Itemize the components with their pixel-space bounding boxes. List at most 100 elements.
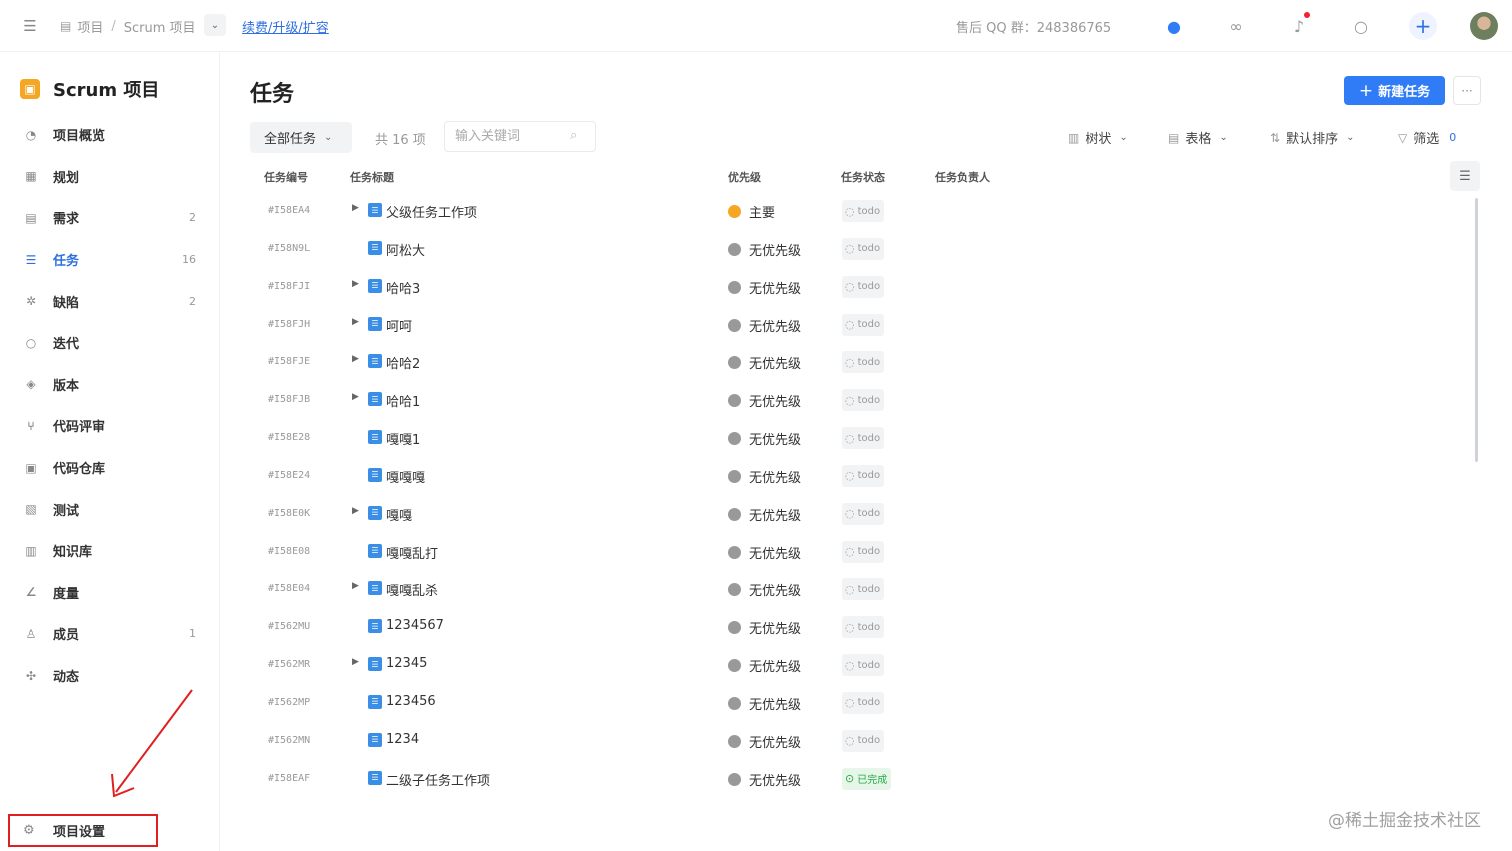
task-title[interactable]: 123456 xyxy=(386,694,436,709)
task-id[interactable]: #I58E08 xyxy=(268,546,310,557)
lightbulb-icon[interactable]: ○ xyxy=(1347,12,1375,40)
task-priority[interactable]: 无优先级 xyxy=(749,694,801,713)
column-header-title[interactable]: 任务标题 xyxy=(350,169,394,185)
sidebar-item-4[interactable]: ✲ 缺陷 2 xyxy=(8,280,212,322)
task-priority[interactable]: 无优先级 xyxy=(749,353,801,372)
sidebar-item-10[interactable]: ▥ 知识库 xyxy=(8,530,212,572)
task-id[interactable]: #I58E24 xyxy=(268,470,310,481)
table-row[interactable]: #I58FJI ▶ ☰ 哈哈3 无优先级 ◌ todo xyxy=(250,269,1450,307)
expand-caret-icon[interactable]: ▶ xyxy=(352,392,359,402)
sidebar-item-1[interactable]: ▦ 规划 xyxy=(8,156,212,198)
task-title[interactable]: 哈哈2 xyxy=(386,353,420,372)
table-row[interactable]: #I562MR ▶ ☰ 12345 无优先级 ◌ todo xyxy=(250,647,1450,685)
table-row[interactable]: #I58E04 ▶ ☰ 嘎嘎乱杀 无优先级 ◌ todo xyxy=(250,571,1450,609)
task-id[interactable]: #I58E04 xyxy=(268,583,310,594)
expand-caret-icon[interactable]: ▶ xyxy=(352,354,359,364)
task-id[interactable]: #I58E0K xyxy=(268,508,310,519)
table-row[interactable]: #I58EAF ☰ 二级子任务工作项 无优先级 ⊙ 已完成 xyxy=(250,761,1450,799)
sort-dropdown[interactable]: ⇅ 默认排序 ⌄ xyxy=(1270,128,1354,148)
status-badge[interactable]: ◌ todo xyxy=(842,464,885,487)
task-filter-dropdown[interactable]: 全部任务 ⌄ xyxy=(250,122,352,153)
column-settings-icon[interactable]: ☰ xyxy=(1450,161,1480,191)
task-id[interactable]: #I562MU xyxy=(268,621,310,632)
sidebar-item-9[interactable]: ▧ 测试 xyxy=(8,488,212,530)
task-id[interactable]: #I58EA4 xyxy=(268,205,310,216)
table-row[interactable]: #I58E08 ☰ 嘎嘎乱打 无优先级 ◌ todo xyxy=(250,534,1450,572)
task-id[interactable]: #I58E28 xyxy=(268,432,310,443)
task-title[interactable]: 嘎嘎 xyxy=(386,505,412,524)
expand-caret-icon[interactable]: ▶ xyxy=(352,657,359,667)
task-title[interactable]: 哈哈1 xyxy=(386,391,420,410)
task-priority[interactable]: 无优先级 xyxy=(749,618,801,637)
task-id[interactable]: #I58FJB xyxy=(268,394,310,405)
bell-icon[interactable]: ♪ xyxy=(1285,12,1313,40)
task-title[interactable]: 嘎嘎乱打 xyxy=(386,543,438,562)
expand-caret-icon[interactable]: ▶ xyxy=(352,203,359,213)
expand-caret-icon[interactable]: ▶ xyxy=(352,317,359,327)
status-badge[interactable]: ◌ todo xyxy=(842,502,885,525)
task-id[interactable]: #I58FJI xyxy=(268,281,310,292)
status-badge[interactable]: ◌ todo xyxy=(842,729,885,752)
task-priority[interactable]: 主要 xyxy=(749,202,775,221)
column-header-status[interactable]: 任务状态 xyxy=(841,169,885,185)
sidebar-item-8[interactable]: ▣ 代码仓库 xyxy=(8,447,212,489)
status-badge[interactable]: ◌ todo xyxy=(842,578,885,601)
table-row[interactable]: #I58E0K ▶ ☰ 嘎嘎 无优先级 ◌ todo xyxy=(250,496,1450,534)
table-view-toggle[interactable]: ▤ 表格 ⌄ xyxy=(1168,128,1228,148)
renew-upgrade-link[interactable]: 续费/升级/扩容 xyxy=(242,17,329,36)
breadcrumb-root[interactable]: 项目 xyxy=(77,17,103,36)
table-row[interactable]: #I58E28 ☰ 嘎嘎1 无优先级 ◌ todo xyxy=(250,420,1450,458)
status-badge[interactable]: ◌ todo xyxy=(842,237,885,260)
task-id[interactable]: #I58N9L xyxy=(268,243,310,254)
task-priority[interactable]: 无优先级 xyxy=(749,505,801,524)
menu-icon[interactable]: ☰ xyxy=(16,12,44,40)
task-priority[interactable]: 无优先级 xyxy=(749,429,801,448)
task-priority[interactable]: 无优先级 xyxy=(749,543,801,562)
task-priority[interactable]: 无优先级 xyxy=(749,391,801,410)
task-title[interactable]: 二级子任务工作项 xyxy=(386,770,490,789)
status-badge[interactable]: ◌ todo xyxy=(842,691,885,714)
task-title[interactable]: 1234567 xyxy=(386,618,444,633)
table-row[interactable]: #I58FJH ▶ ☰ 呵呵 无优先级 ◌ todo xyxy=(250,307,1450,345)
column-header-assignee[interactable]: 任务负责人 xyxy=(935,169,990,185)
create-plus-icon[interactable]: + xyxy=(1409,12,1437,40)
task-id[interactable]: #I562MR xyxy=(268,659,310,670)
task-title[interactable]: 哈哈3 xyxy=(386,278,420,297)
status-badge[interactable]: ◌ todo xyxy=(842,275,885,298)
task-title[interactable]: 阿松大 xyxy=(386,240,425,259)
task-priority[interactable]: 无优先级 xyxy=(749,278,801,297)
table-row[interactable]: #I562MN ☰ 1234 无优先级 ◌ todo xyxy=(250,723,1450,761)
task-priority[interactable]: 无优先级 xyxy=(749,732,801,751)
task-priority[interactable]: 无优先级 xyxy=(749,240,801,259)
status-badge[interactable]: ◌ todo xyxy=(842,351,885,374)
filter-button[interactable]: ▽ 筛选 0 xyxy=(1398,128,1456,148)
sidebar-item-7[interactable]: ⑂ 代码评审 xyxy=(8,405,212,447)
sidebar-item-2[interactable]: ▤ 需求 2 xyxy=(8,197,212,239)
task-id[interactable]: #I562MP xyxy=(268,697,310,708)
status-badge[interactable]: ◌ todo xyxy=(842,540,885,563)
task-id[interactable]: #I58FJE xyxy=(268,356,310,367)
sidebar-item-0[interactable]: ◔ 项目概览 xyxy=(8,114,212,156)
table-row[interactable]: #I562MU ☰ 1234567 无优先级 ◌ todo xyxy=(250,609,1450,647)
task-id[interactable]: #I58EAF xyxy=(268,773,310,784)
column-header-priority[interactable]: 优先级 xyxy=(728,169,761,185)
task-id[interactable]: #I562MN xyxy=(268,735,310,746)
new-task-button[interactable]: + 新建任务 xyxy=(1344,76,1445,105)
task-title[interactable]: 嘎嘎1 xyxy=(386,429,420,448)
task-priority[interactable]: 无优先级 xyxy=(749,316,801,335)
task-title[interactable]: 呵呵 xyxy=(386,316,412,335)
status-badge[interactable]: ⊙ 已完成 xyxy=(842,767,892,790)
task-title[interactable]: 父级任务工作项 xyxy=(386,202,477,221)
tree-view-toggle[interactable]: ▥ 树状 ⌄ xyxy=(1068,128,1128,148)
project-switch-chevron-down-icon[interactable]: ⌄ xyxy=(204,14,226,36)
sidebar-item-project-settings[interactable]: ⚙ 项目设置 xyxy=(8,814,158,847)
table-row[interactable]: #I58FJB ▶ ☰ 哈哈1 无优先级 ◌ todo xyxy=(250,382,1450,420)
sidebar-item-5[interactable]: ○ 迭代 xyxy=(8,322,212,364)
task-title[interactable]: 嘎嘎嘎 xyxy=(386,467,425,486)
task-priority[interactable]: 无优先级 xyxy=(749,580,801,599)
task-priority[interactable]: 无优先级 xyxy=(749,770,801,789)
expand-caret-icon[interactable]: ▶ xyxy=(352,506,359,516)
status-badge[interactable]: ◌ todo xyxy=(842,654,885,677)
task-priority[interactable]: 无优先级 xyxy=(749,656,801,675)
status-badge[interactable]: ◌ todo xyxy=(842,616,885,639)
